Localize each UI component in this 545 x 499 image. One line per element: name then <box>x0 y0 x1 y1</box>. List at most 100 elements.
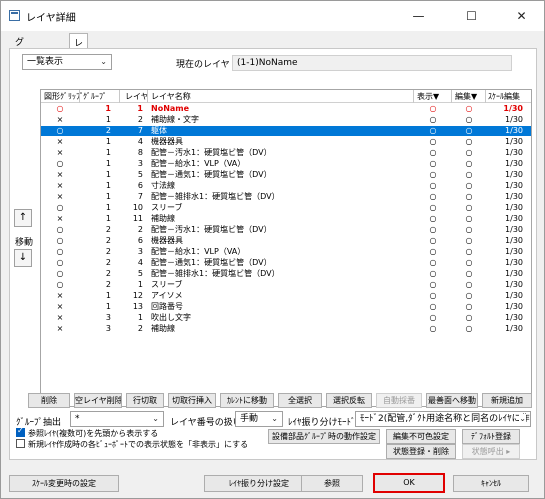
grip-cell: × <box>56 214 64 223</box>
layer-split-settings-button[interactable]: ﾚｲﾔ振り分け設定 <box>204 475 314 492</box>
maximize-icon[interactable]: ☐ <box>449 1 494 31</box>
tab-layer[interactable]: レイヤ <box>69 33 89 75</box>
grip-cell: ○ <box>56 126 64 135</box>
edit-cell: ○ <box>465 214 473 223</box>
default-register-button[interactable]: ﾃﾞﾌｫﾙﾄ登録 <box>462 429 520 444</box>
group-cell: 2 <box>105 280 111 289</box>
scale-cell: 1/30 <box>505 280 523 289</box>
tab-group-layer[interactable]: グループレイヤ <box>11 33 28 126</box>
col-edit[interactable]: 編集▼ <box>455 91 477 102</box>
scale-change-settings-button[interactable]: ｽｹｰﾙ変更時の設定 <box>9 475 119 492</box>
table-row[interactable]: ○ 2 3 配管－給水1：VLP（VA） ○ ○ 1/30 <box>41 247 531 257</box>
table-row[interactable]: × 3 1 吹出し文字 ○ ○ 1/30 <box>41 313 531 323</box>
table-row[interactable]: × 1 4 機器器具 ○ ○ 1/30 <box>41 137 531 147</box>
move-label: 移動 <box>15 238 34 248</box>
layer-name-cell: 補助線・文字 <box>151 115 199 124</box>
grip-cell: ○ <box>56 269 64 278</box>
table-row[interactable]: × 1 13 回路番号 ○ ○ 1/30 <box>41 302 531 312</box>
layer-name-cell: 配管－通気1：硬質塩ビ管（DV） <box>151 170 272 179</box>
grip-cell: × <box>56 192 64 201</box>
equip-group-button[interactable]: 設備部品ｸﾞﾙｰﾌﾟ時の動作設定 <box>268 429 380 444</box>
view-mode-select[interactable]: 一覧表示 ⌄ <box>22 54 112 70</box>
table-row[interactable]: × 1 6 寸法線 ○ ○ 1/30 <box>41 181 531 191</box>
minimize-icon[interactable]: — <box>396 1 441 31</box>
add-new-button[interactable]: 新規追加 <box>482 393 532 408</box>
col-scale[interactable]: ｽｹｰﾙ編集 <box>488 91 520 102</box>
scale-cell: 1/30 <box>505 181 523 190</box>
new-layer-hidden-checkbox[interactable] <box>16 439 25 448</box>
split-mode-value: ﾓｰﾄﾞ2(配管,ﾀﾞｸﾄ用途名称と同名のﾚｲﾔに作成 <box>360 414 531 424</box>
layer-num-select[interactable]: 手動 ⌄ <box>235 411 283 427</box>
col-grip[interactable]: 図形ｸﾞﾘｯﾌﾟ <box>44 91 84 102</box>
move-down-button[interactable]: ↓ <box>14 249 32 267</box>
move-to-current-button[interactable]: ｶﾚﾝﾄに移動 <box>220 393 274 408</box>
show-cell: ○ <box>429 236 437 245</box>
cancel-button[interactable]: ｷｬﾝｾﾙ <box>453 475 529 492</box>
ok-button[interactable]: OK <box>373 473 445 493</box>
col-show[interactable]: 表示▼ <box>417 91 439 102</box>
invert-selection-button[interactable]: 選択反転 <box>326 393 372 408</box>
table-row[interactable]: × 1 7 配管－雑排水1：硬質塩ビ管（DV） ○ ○ 1/30 <box>41 192 531 202</box>
scale-cell: 1/30 <box>505 247 523 256</box>
edit-cell: ○ <box>465 291 473 300</box>
show-cell: ○ <box>429 159 437 168</box>
split-mode-select[interactable]: ﾓｰﾄﾞ2(配管,ﾀﾞｸﾄ用途名称と同名のﾚｲﾔに作成 ⌄ <box>355 411 531 427</box>
show-cell: ○ <box>429 203 437 212</box>
table-row[interactable]: × 3 2 補助線 ○ ○ 1/30 <box>41 324 531 334</box>
group-extract-select[interactable]: * ⌄ <box>70 411 164 427</box>
edit-cell: ○ <box>465 236 473 245</box>
table-row[interactable]: ○ 2 5 配管－雑排水1：硬質塩ビ管（DV） ○ ○ 1/30 <box>41 269 531 279</box>
table-row[interactable]: × 1 2 補助線・文字 ○ ○ 1/30 <box>41 115 531 125</box>
table-row[interactable]: ○ 1 10 スリーブ ○ ○ 1/30 <box>41 203 531 213</box>
state-register-button[interactable]: 状態登録・削除 <box>386 444 456 459</box>
chevron-down-icon: ⌄ <box>152 414 159 423</box>
layer-cell: 2 <box>137 324 143 333</box>
insert-cut-row-button[interactable]: 切取行挿入 <box>168 393 216 408</box>
ref-layer-checkbox[interactable] <box>16 426 25 437</box>
list-header: 図形ｸﾞﾘｯﾌﾟ ｸﾞﾙｰﾌﾟ レイヤ レイヤ名称 表示▼ 編集▼ ｽｹｰﾙ編集 <box>41 90 531 103</box>
table-row[interactable]: ○ 2 6 機器器具 ○ ○ 1/30 <box>41 236 531 246</box>
col-layer[interactable]: レイヤ <box>125 91 149 102</box>
group-cell: 2 <box>105 258 111 267</box>
close-icon[interactable]: ✕ <box>499 1 544 31</box>
table-row[interactable]: × 1 8 配管－汚水1：硬質塩ビ管（DV） ○ ○ 1/30 <box>41 148 531 158</box>
edit-cell: ○ <box>465 247 473 256</box>
split-mode-label: ﾚｲﾔ振り分けﾓｰﾄﾞ <box>288 418 356 428</box>
layer-name-cell: 回路番号 <box>151 302 183 311</box>
grip-cell: × <box>56 137 64 146</box>
table-row[interactable]: × 1 11 補助線 ○ ○ 1/30 <box>41 214 531 224</box>
edit-cell: ○ <box>465 170 473 179</box>
reference-button[interactable]: 参照 <box>301 475 363 492</box>
table-row[interactable]: ○ 1 3 配管－給水1：VLP（VA） ○ ○ 1/30 <box>41 159 531 169</box>
show-cell: ○ <box>429 115 437 124</box>
col-group[interactable]: ｸﾞﾙｰﾌﾟ <box>83 91 107 102</box>
table-row[interactable]: ○ 2 2 配管－汚水1：硬質塩ビ管（DV） ○ ○ 1/30 <box>41 225 531 235</box>
edit-cell: ○ <box>465 192 473 201</box>
delete-button[interactable]: 削除 <box>28 393 70 408</box>
show-cell: ○ <box>429 214 437 223</box>
move-up-button[interactable]: ↑ <box>14 209 32 227</box>
move-to-front-button[interactable]: 最善面へ移動 <box>426 393 478 408</box>
select-all-button[interactable]: 全選択 <box>278 393 322 408</box>
edit-disable-color-button[interactable]: 編集不可色設定 <box>386 429 456 444</box>
scale-cell: 1/30 <box>505 170 523 179</box>
layer-name-cell: NoName <box>151 104 190 113</box>
grip-cell: × <box>56 148 64 157</box>
table-row[interactable]: ○ 2 7 躯体 ○ ○ 1/30 <box>41 126 531 136</box>
group-cell: 1 <box>105 203 111 212</box>
layer-cell: 7 <box>137 126 143 135</box>
table-row[interactable]: ○ 1 1 NoName ○ ○ 1/30 <box>41 104 531 114</box>
table-row[interactable]: × 1 5 配管－通気1：硬質塩ビ管（DV） ○ ○ 1/30 <box>41 170 531 180</box>
edit-cell: ○ <box>465 313 473 322</box>
auto-number-button[interactable]: 自動採番 <box>376 393 422 408</box>
table-row[interactable]: × 1 12 アイソメ ○ ○ 1/30 <box>41 291 531 301</box>
col-name[interactable]: レイヤ名称 <box>151 91 191 102</box>
layer-list[interactable]: 図形ｸﾞﾘｯﾌﾟ ｸﾞﾙｰﾌﾟ レイヤ レイヤ名称 表示▼ 編集▼ ｽｹｰﾙ編集… <box>40 89 532 407</box>
scale-cell: 1/30 <box>505 258 523 267</box>
cut-row-button[interactable]: 行切取 <box>126 393 164 408</box>
edit-cell: ○ <box>465 280 473 289</box>
delete-empty-layer-button[interactable]: 空レイヤ削除 <box>74 393 122 408</box>
table-row[interactable]: ○ 2 1 スリーブ ○ ○ 1/30 <box>41 280 531 290</box>
table-row[interactable]: ○ 2 4 配管－通気1：硬質塩ビ管（DV） ○ ○ 1/30 <box>41 258 531 268</box>
state-call-button[interactable]: 状態呼出 ▸ <box>462 444 520 459</box>
